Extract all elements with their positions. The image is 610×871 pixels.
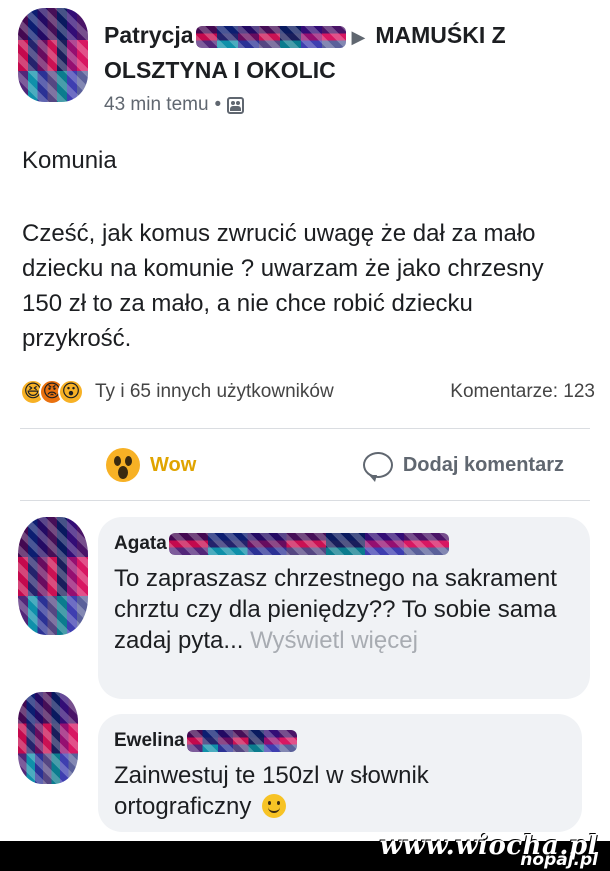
comment-author-name[interactable]: Ewelina [114, 730, 185, 752]
see-more-link[interactable]: Wyświetl więcej [250, 627, 418, 654]
post-title: Komunia [22, 147, 117, 174]
post-meta: 43 min temu • [104, 94, 245, 116]
reactions-row[interactable]: 😆 😡 😮 Ty i 65 innych użytkowników Koment… [20, 375, 595, 409]
wow-icon: 😮 [58, 379, 84, 405]
commenter-avatar[interactable] [18, 517, 88, 635]
group-name[interactable]: MAMUŚKI Z [375, 22, 505, 48]
group-privacy-icon [227, 96, 245, 114]
reaction-button[interactable]: Wow [20, 448, 335, 482]
author-name[interactable]: Patrycja [104, 22, 194, 48]
divider [20, 428, 590, 429]
comment-bubble: Ewelina Zainwestuj te 150zl w słownik or… [98, 714, 582, 832]
comment-icon [362, 452, 393, 482]
comment-author-name[interactable]: Agata [114, 533, 167, 555]
meta-separator: • [214, 94, 222, 115]
comment-bubble: Agata To zapraszasz chrzestnego na sakra… [98, 517, 590, 699]
smile-emoji-icon [262, 794, 287, 818]
reaction-icons: 😆 😡 😮 [20, 379, 84, 405]
comment-author[interactable]: Ewelina [114, 726, 566, 756]
comment-text: Zainwestuj te 150zl w słownik ortografic… [114, 762, 429, 820]
post-header: Patrycja ▶ MAMUŚKI Z [104, 22, 506, 49]
post-actions: Wow Dodaj komentarz [20, 440, 590, 490]
add-comment-label: Dodaj komentarz [402, 453, 564, 476]
reaction-button-label: Wow [150, 453, 197, 476]
commenter-avatar[interactable] [18, 692, 78, 784]
author-avatar[interactable] [18, 8, 88, 102]
comment-author[interactable]: Agata [114, 529, 574, 559]
wow-reaction-icon [106, 448, 140, 482]
arrow-right-icon: ▶ [351, 27, 366, 47]
comments-count[interactable]: Komentarze: 123 [450, 381, 595, 403]
censored-name [186, 730, 297, 752]
censored-name [168, 533, 449, 555]
post-body: Cześć, jak komus zwrucić uwagę że dał za… [22, 220, 544, 352]
comment-text: To zapraszasz chrzestnego na sakrament c… [114, 565, 557, 654]
divider [20, 500, 590, 501]
post-time[interactable]: 43 min temu [104, 94, 209, 116]
reactions-summary[interactable]: Ty i 65 innych użytkowników [95, 381, 334, 403]
group-name-continued[interactable]: OLSZTYNA I OKOLIC [104, 57, 336, 84]
watermark-sub: nopaj.pl [520, 850, 598, 870]
censored-name [195, 25, 346, 48]
add-comment-button[interactable]: Dodaj komentarz [335, 452, 590, 482]
